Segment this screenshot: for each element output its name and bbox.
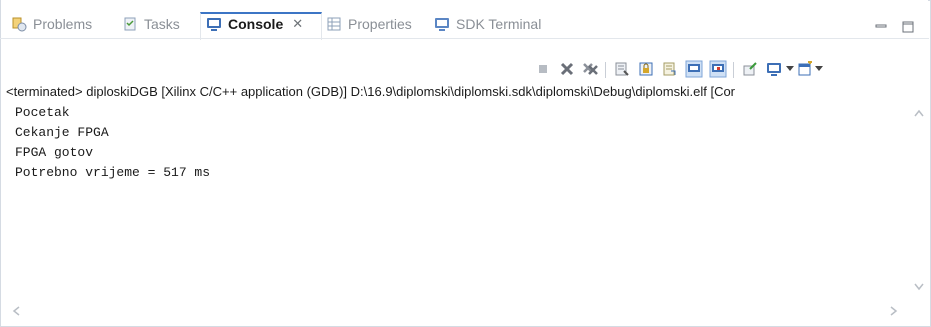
show-console-stdout-icon[interactable] [685, 60, 703, 78]
tab-tasks-label: Tasks [144, 16, 180, 32]
terminal-icon [434, 16, 450, 32]
tab-tasks[interactable]: Tasks [122, 12, 180, 36]
clear-console-icon[interactable] [613, 60, 631, 78]
toolbar-separator [733, 62, 734, 78]
horizontal-scrollbar[interactable] [1, 297, 909, 323]
tab-properties[interactable]: Properties [326, 12, 412, 36]
tab-bar-divider [0, 38, 929, 39]
scroll-down-icon[interactable] [913, 280, 925, 295]
console-line: Pocetak [15, 105, 70, 120]
tab-problems-label: Problems [33, 16, 93, 32]
tab-properties-label: Properties [348, 16, 412, 32]
tab-sdk-terminal[interactable]: SDK Terminal [434, 12, 541, 36]
console-icon [206, 16, 222, 32]
chevron-down-icon[interactable] [786, 66, 794, 71]
tab-sdk-terminal-label: SDK Terminal [456, 16, 542, 32]
console-process-description: <terminated> diploskiDGB [Xilinx C/C++ a… [6, 84, 736, 99]
tab-console-label: Console [228, 16, 284, 32]
word-wrap-icon[interactable] [661, 60, 679, 78]
problems-icon [11, 16, 27, 32]
console-line: Cekanje FPGA [15, 125, 109, 140]
scroll-right-icon[interactable] [889, 305, 899, 320]
maximize-icon[interactable] [901, 20, 915, 34]
console-line: FPGA gotov [15, 145, 94, 160]
tab-console[interactable]: Console ✕ [206, 12, 303, 36]
remove-all-terminated-icon[interactable] [582, 60, 600, 78]
properties-icon [326, 16, 342, 32]
close-icon[interactable]: ✕ [292, 16, 303, 32]
scroll-up-icon[interactable] [913, 106, 925, 121]
chevron-down-icon[interactable] [815, 66, 823, 71]
terminate-icon[interactable] [534, 60, 552, 78]
console-output[interactable]: Pocetak Cekanje FPGA FPGA gotov Potrebno… [1, 102, 909, 297]
show-console-stderr-icon[interactable] [709, 60, 727, 78]
tasks-icon [122, 16, 138, 32]
pin-console-icon[interactable] [741, 60, 759, 78]
view-tab-bar: Problems Tasks Console ✕ Properties SDK … [1, 0, 928, 40]
console-toolbar [0, 60, 929, 80]
console-line: Potrebno vrijeme = 517 ms [15, 165, 211, 180]
display-selected-console-icon[interactable] [765, 60, 783, 78]
remove-launch-icon[interactable] [558, 60, 576, 78]
tab-problems[interactable]: Problems [11, 12, 92, 36]
toolbar-separator [605, 62, 606, 78]
open-console-icon[interactable] [796, 60, 814, 78]
minimize-icon[interactable] [874, 20, 888, 34]
vertical-scrollbar[interactable] [909, 102, 929, 297]
scroll-left-icon[interactable] [11, 305, 21, 320]
scroll-lock-icon[interactable] [637, 60, 655, 78]
